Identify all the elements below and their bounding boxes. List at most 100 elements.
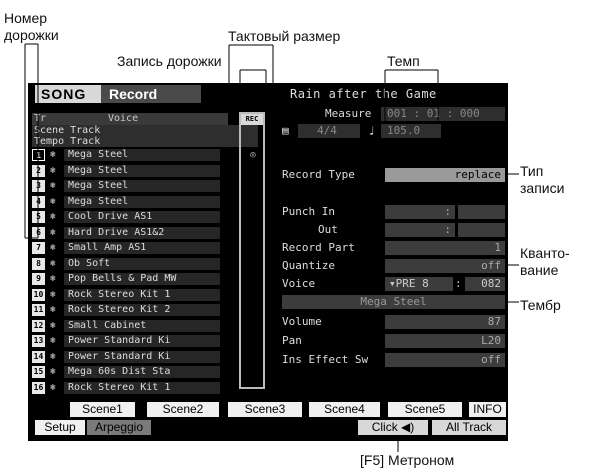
track-voice[interactable]: Mega Steel xyxy=(64,164,220,177)
arpeggio-tab[interactable]: Arpeggio xyxy=(87,420,151,435)
track-number[interactable]: 14 xyxy=(32,350,45,363)
track-number[interactable]: 4 xyxy=(32,195,45,208)
voice-label: Voice xyxy=(282,277,316,290)
ins-effect-sw-label: Ins Effect Sw xyxy=(282,353,369,366)
voice-category-icon: ❃ xyxy=(50,382,56,393)
track-number[interactable]: 7 xyxy=(32,242,45,254)
track-number[interactable]: 9 xyxy=(32,273,45,285)
volume-field[interactable]: 87 xyxy=(385,315,505,329)
click-button[interactable]: Click ◀) xyxy=(358,420,428,435)
voice-category-icon: ❃ xyxy=(50,196,56,207)
annotation-record-type-line2: записи xyxy=(520,180,565,196)
track-number[interactable]: 13 xyxy=(32,335,45,347)
annotation-track-record: Запись дорожки xyxy=(117,53,222,69)
track-voice[interactable]: Mega Steel xyxy=(64,180,220,192)
track-number[interactable]: 12 xyxy=(32,319,45,332)
scene1-button[interactable]: Scene1 xyxy=(70,402,136,417)
pan-label: Pan xyxy=(282,334,302,347)
annotation-track-number-line1: Номер xyxy=(4,10,48,26)
annotation-time-signature: Тактовый размер xyxy=(228,28,341,44)
annotation-quantize-line1: Кванто- xyxy=(520,245,570,261)
track-voice[interactable]: Hard Drive AS1&2 xyxy=(64,226,220,239)
track-voice[interactable]: Power Standard Ki xyxy=(64,350,220,363)
punch-out-label: Out xyxy=(318,223,338,236)
voice-category-icon: ❃ xyxy=(50,181,56,191)
voice-category-icon: ❃ xyxy=(50,367,56,377)
track-number[interactable]: 6 xyxy=(32,226,45,239)
track-number[interactable]: 2 xyxy=(32,164,45,177)
track-voice[interactable]: Rock Stereo Kit 2 xyxy=(64,304,220,316)
punch-out-field-2[interactable] xyxy=(458,223,505,237)
punch-in-field[interactable]: : xyxy=(385,205,455,219)
track-voice[interactable]: Pop Bells & Pad MW xyxy=(64,273,220,285)
track-number[interactable]: 15 xyxy=(32,366,45,378)
record-part-label: Record Part xyxy=(282,241,355,254)
track-voice[interactable]: Mega Steel xyxy=(64,149,220,161)
quarter-note-icon: ♩ xyxy=(368,124,376,138)
scene3-button[interactable]: Scene3 xyxy=(228,402,303,417)
track-voice[interactable]: Ob Soft xyxy=(64,257,220,270)
annotation-tempo: Темп xyxy=(387,53,420,69)
device-screen: SONG Record Rain after the Game Tr Voice… xyxy=(28,83,508,441)
voice-category-icon: ❃ xyxy=(50,212,56,222)
scene5-button[interactable]: Scene5 xyxy=(388,402,463,417)
tempo-track-row[interactable]: Tempo Track xyxy=(32,136,258,147)
record-type-field[interactable]: replace xyxy=(385,168,505,182)
time-signature-field[interactable]: 4/4 xyxy=(298,124,360,138)
volume-label: Volume xyxy=(282,315,322,328)
record-part-field[interactable]: 1 xyxy=(385,241,505,255)
quantize-field[interactable]: off xyxy=(385,259,505,273)
track-number[interactable]: 8 xyxy=(32,257,45,270)
all-track-button[interactable]: All Track xyxy=(432,420,506,435)
track-number[interactable]: 1 xyxy=(32,149,45,161)
time-signature-icon: ▤ xyxy=(282,124,289,137)
track-voice[interactable]: Small Amp AS1 xyxy=(64,242,220,254)
setup-tab[interactable]: Setup xyxy=(35,420,85,435)
song-tab[interactable]: SONG xyxy=(35,85,101,103)
annotation-metronome: [F5] Метроном xyxy=(360,452,455,468)
pan-field[interactable]: L20 xyxy=(385,334,505,348)
track-voice[interactable]: Power Standard Ki xyxy=(64,335,220,347)
voice-category-icon: ❃ xyxy=(50,274,56,284)
voice-category-icon: ❃ xyxy=(50,320,56,331)
track-number[interactable]: 11 xyxy=(32,304,45,316)
column-header-tr: Tr xyxy=(32,113,50,125)
track-number[interactable]: 16 xyxy=(32,381,45,394)
info-button[interactable]: INFO xyxy=(469,402,506,417)
punch-in-field-2[interactable] xyxy=(458,205,505,219)
track-voice[interactable]: Mega Steel xyxy=(64,195,220,208)
column-header-voice: Voice xyxy=(50,113,228,125)
annotation-quantize-line2: вание xyxy=(520,262,559,278)
scene4-button[interactable]: Scene4 xyxy=(309,402,381,417)
song-name: Rain after the Game xyxy=(290,87,437,101)
voice-bank-field[interactable]: ▾PRE 8 xyxy=(385,277,453,291)
scene2-button[interactable]: Scene2 xyxy=(147,402,220,417)
track-number[interactable]: 3 xyxy=(32,180,45,192)
voice-category-icon: ❃ xyxy=(50,336,56,346)
scene-track-row[interactable]: Scene Track xyxy=(32,125,258,136)
voice-name-field[interactable]: Mega Steel xyxy=(282,295,505,309)
rec-tr-column-frame xyxy=(239,112,265,389)
measure-label: Measure xyxy=(325,107,372,120)
annotation-track-number-line2: дорожки xyxy=(4,27,59,43)
track-number[interactable]: 5 xyxy=(32,211,45,223)
voice-number-field[interactable]: 082 xyxy=(465,277,505,291)
voice-category-icon: ❃ xyxy=(50,351,56,362)
voice-category-icon: ❃ xyxy=(50,289,56,300)
track-voice[interactable]: Rock Stereo Kit 1 xyxy=(64,288,220,301)
record-tab[interactable]: Record xyxy=(101,85,201,103)
voice-category-icon: ❃ xyxy=(50,305,56,315)
track-voice[interactable]: Rock Stereo Kit 1 xyxy=(64,381,220,394)
track-voice[interactable]: Small Cabinet xyxy=(64,319,220,332)
punch-out-field[interactable]: : xyxy=(385,223,455,237)
voice-category-icon: ❃ xyxy=(50,165,56,176)
tempo-field[interactable]: 105.0 xyxy=(381,124,441,138)
punch-in-label: Punch In xyxy=(282,205,335,218)
voice-category-icon: ❃ xyxy=(50,227,56,238)
measure-field[interactable]: 001 : 01 : 000 xyxy=(381,107,505,121)
track-number[interactable]: 10 xyxy=(32,288,45,301)
track-voice[interactable]: Mega 60s Dist Sta xyxy=(64,366,220,378)
voice-category-icon: ❃ xyxy=(50,243,56,253)
track-voice[interactable]: Cool Drive AS1 xyxy=(64,211,220,223)
ins-effect-sw-field[interactable]: off xyxy=(385,353,505,367)
